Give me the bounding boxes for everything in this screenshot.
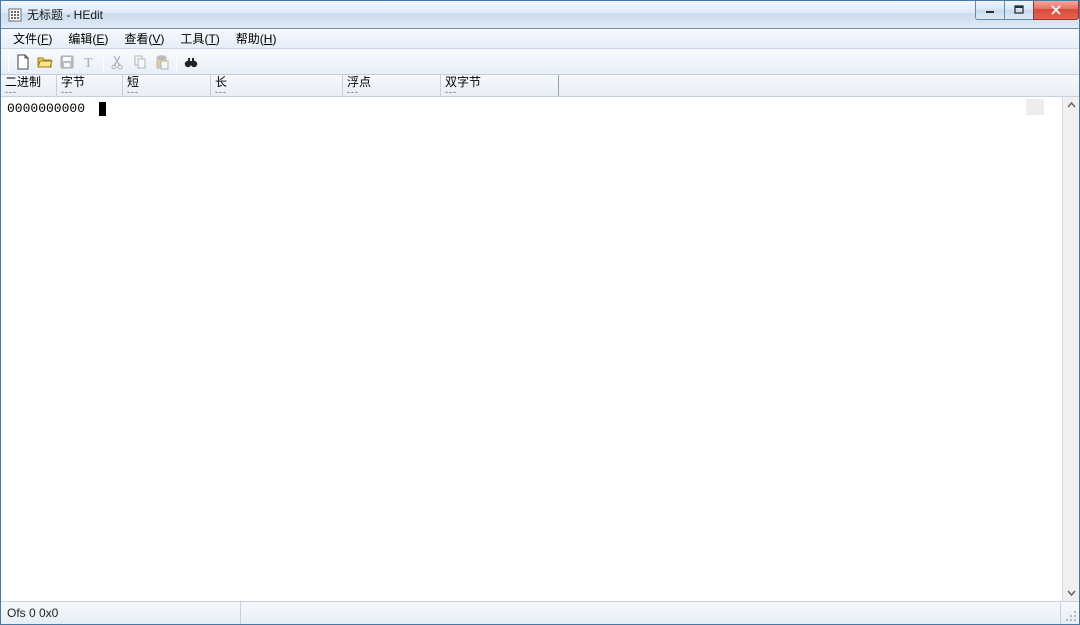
open-folder-icon [37,54,53,70]
info-binary-value: --- [5,88,56,96]
offset-column: 0000000000 [7,101,85,116]
editor-marker [1026,99,1044,115]
info-binary: 二进制 --- [1,75,57,96]
paste-button[interactable] [151,51,173,73]
hex-editor[interactable]: 0000000000 [1,97,1062,601]
info-float: 浮点 --- [343,75,441,96]
menu-help[interactable]: 帮助(H) [228,28,285,49]
vertical-scrollbar[interactable] [1062,97,1079,601]
info-short: 短 --- [123,75,211,96]
copy-button[interactable] [129,51,151,73]
chevron-down-icon [1067,588,1076,597]
info-double: 双字节 --- [441,75,559,96]
copy-icon [132,54,148,70]
scroll-up-button[interactable] [1063,97,1079,114]
info-byte: 字节 --- [57,75,123,96]
menu-edit[interactable]: 编辑(E) [60,28,116,49]
toolbar-separator [103,53,104,71]
info-byte-value: --- [61,88,122,96]
status-bar: Ofs 0 0x0 [1,602,1079,624]
close-icon [1050,5,1062,15]
info-double-label: 双字节 [445,76,558,88]
maximize-icon [1014,5,1024,15]
toolbar-separator [176,53,177,71]
menu-tools[interactable]: 工具(T) [172,28,227,49]
app-icon [7,7,23,23]
resize-grip[interactable] [1061,602,1079,624]
save-button[interactable] [56,51,78,73]
status-offset: Ofs 0 0x0 [1,602,241,624]
info-double-value: --- [445,88,558,96]
info-long: 长 --- [211,75,343,96]
info-float-label: 浮点 [347,76,440,88]
status-offset-text: Ofs 0 0x0 [7,606,58,620]
window-title: 无标题 - HEdit [27,6,103,23]
svg-text:T: T [84,56,93,70]
chevron-up-icon [1067,101,1076,110]
text-mode-button[interactable]: T [78,51,100,73]
find-button[interactable] [180,51,202,73]
menu-view[interactable]: 查看(V) [116,28,172,49]
maximize-button[interactable] [1004,1,1034,20]
text-cursor [99,102,106,116]
minimize-button[interactable] [975,1,1005,20]
info-float-value: --- [347,88,440,96]
info-binary-label: 二进制 [5,76,56,88]
app-window: 无标题 - HEdit 文件(F) 编辑(E) 查看(V) 工具(T) 帮助(H… [0,0,1080,625]
info-bar: 二进制 --- 字节 --- 短 --- 长 --- 浮点 --- 双字节 --… [1,75,1079,97]
title-bar[interactable]: 无标题 - HEdit [1,1,1079,29]
menu-bar: 文件(F) 编辑(E) 查看(V) 工具(T) 帮助(H) [1,29,1079,49]
info-short-label: 短 [127,76,210,88]
paste-icon [154,54,170,70]
scroll-down-button[interactable] [1063,584,1079,601]
new-file-button[interactable] [12,51,34,73]
minimize-icon [985,5,995,15]
new-file-icon [15,54,31,70]
cut-icon [110,54,126,70]
toolbar-separator [8,53,9,71]
info-byte-label: 字节 [61,76,122,88]
cut-button[interactable] [107,51,129,73]
info-long-value: --- [215,88,342,96]
toolbar: T [1,49,1079,75]
resize-grip-icon [1065,610,1077,622]
save-icon [59,54,75,70]
info-long-label: 长 [215,76,342,88]
scroll-track[interactable] [1063,114,1079,584]
info-short-value: --- [127,88,210,96]
menu-file[interactable]: 文件(F) [5,28,60,49]
open-file-button[interactable] [34,51,56,73]
text-icon: T [81,54,97,70]
status-spacer [241,602,1061,624]
binoculars-icon [183,54,199,70]
window-controls [976,1,1079,20]
close-button[interactable] [1033,1,1079,20]
content-area: 0000000000 [1,97,1079,602]
